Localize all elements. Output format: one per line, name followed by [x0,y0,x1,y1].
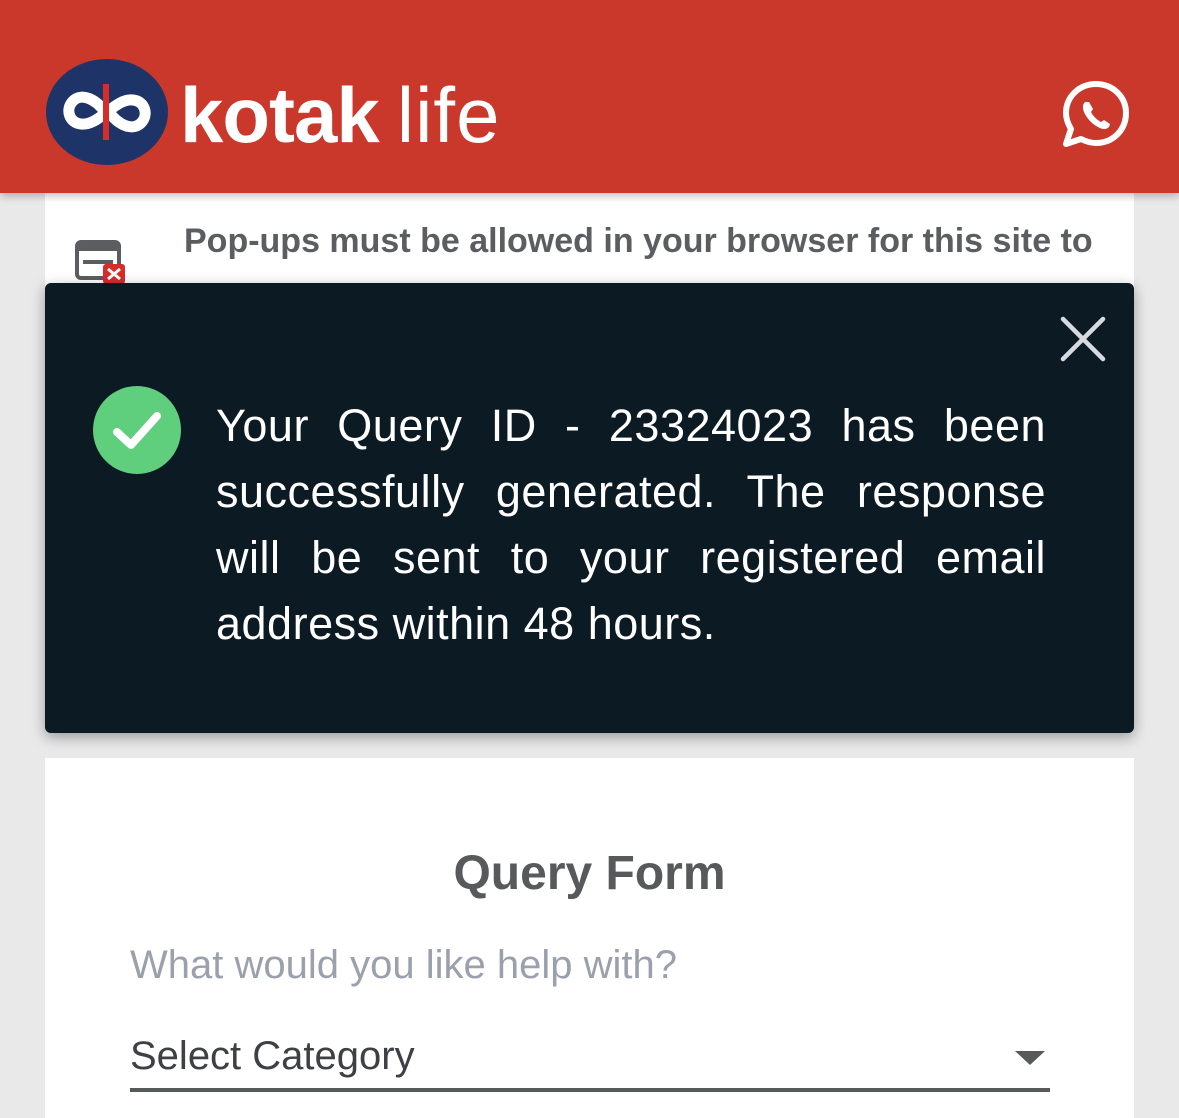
whatsapp-icon[interactable] [1058,78,1134,150]
category-select[interactable]: Select Category [130,1030,1050,1092]
brand-wordmark: kotak life [180,70,500,160]
toast-message: Your Query ID - 23324023 has been succes… [216,400,1046,649]
query-form-card: Query Form What would you like help with… [45,758,1134,1118]
brand-name-bold: kotak [180,71,380,159]
close-icon [1060,316,1106,362]
form-title: Query Form [453,847,726,900]
success-toast: Your Query ID - 23324023 has been succes… [45,283,1134,733]
check-circle-icon [92,385,182,480]
help-topic-label: What would you like help with? [130,943,677,987]
brand-name-light: life [396,71,501,159]
app-header: kotak life [0,0,1179,193]
category-select-value: Select Category [130,1034,415,1078]
chevron-down-icon [1015,1051,1045,1065]
close-button[interactable] [1055,311,1111,367]
kotak-logo-icon[interactable] [45,58,169,171]
popup-notice-text: Pop-ups must be allowed in your browser … [184,222,1093,260]
